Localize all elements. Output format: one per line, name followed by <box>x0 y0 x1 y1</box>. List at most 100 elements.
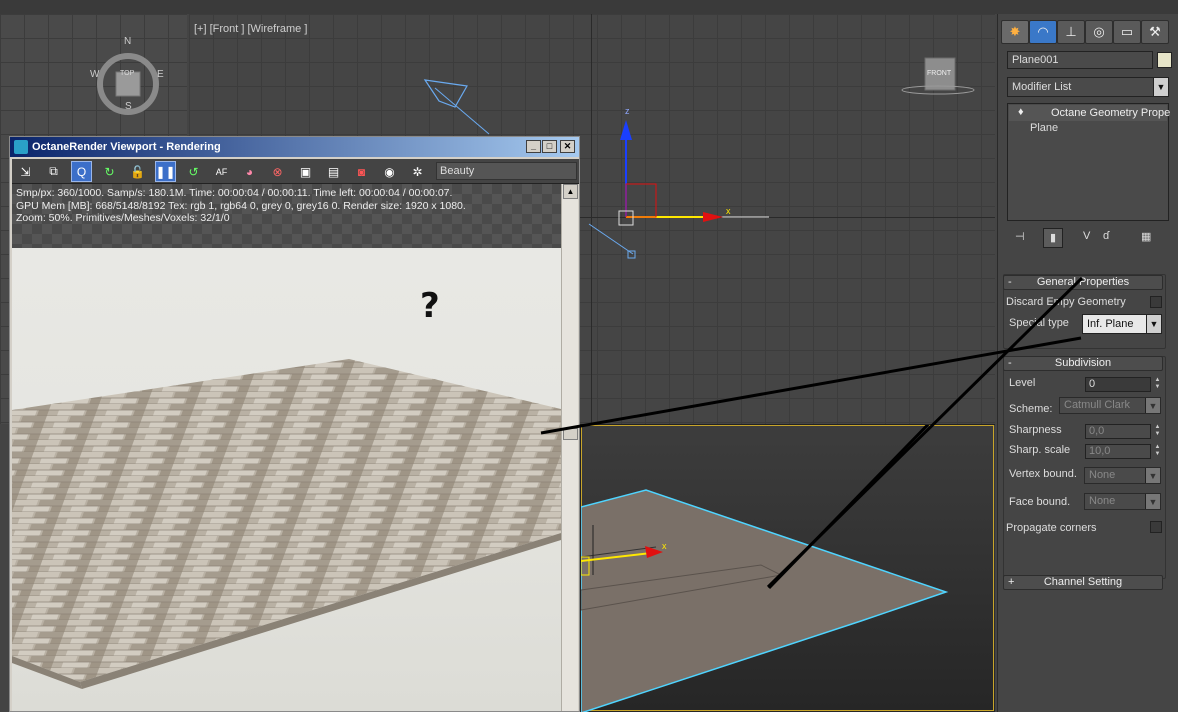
face-bound-dropdown[interactable]: None ▼ <box>1084 493 1161 510</box>
subdivision-title: Subdivision <box>1054 357 1112 369</box>
rendered-floor <box>12 359 561 689</box>
color-picker-icon[interactable]: ◕ <box>239 161 260 182</box>
persp-axis-x-label: x <box>662 541 667 551</box>
stack-item-plane[interactable]: Plane <box>1030 122 1058 134</box>
modifier-stack[interactable]: ♦ Octane Geometry Prope Plane <box>1007 103 1171 221</box>
chevron-down-icon: ▼ <box>1146 315 1161 333</box>
compass-n: N <box>124 36 132 47</box>
camera-icon[interactable]: ◉ <box>379 161 400 182</box>
discard-empty-checkbox[interactable] <box>1150 296 1162 308</box>
compass-e: E <box>157 69 164 80</box>
tab-modify[interactable]: ◠ <box>1029 20 1057 44</box>
pin-stack-icon[interactable]: ⊣ <box>1015 230 1025 243</box>
viewcube-front-face: FRONT <box>927 70 952 77</box>
restart-render-icon[interactable]: ↻ <box>99 161 120 182</box>
sharp-scale-label: Sharp. scale <box>1009 444 1071 456</box>
af-focus-icon[interactable]: AF <box>211 161 232 182</box>
collapse-icon: - <box>1008 357 1012 369</box>
viewcube-compass[interactable] <box>88 44 168 124</box>
remove-modifier-icon[interactable]: ɗ <box>1103 230 1109 242</box>
render-pass-dropdown[interactable]: Beauty <box>436 162 577 180</box>
sharpness-label: Sharpness <box>1009 424 1062 436</box>
render-stats-line-1: Smp/px: 360/1000. Samp/s: 180.1M. Time: … <box>16 187 453 199</box>
object-name-field[interactable]: Plane001 <box>1007 51 1153 69</box>
create-icon: ✸ <box>1009 24 1021 39</box>
command-panel: ✸ ◠ ⊥ ◎ ▭ ⚒ Plane001 Modifier List ▼ ♦ O… <box>997 14 1178 712</box>
scroll-up-icon[interactable]: ▲ <box>563 184 578 199</box>
special-type-dropdown[interactable]: Inf. Plane ▼ <box>1082 314 1162 334</box>
axis-x-label: x <box>726 206 731 216</box>
render-output[interactable]: ? <box>12 248 561 711</box>
subdivision-rollout[interactable]: - Subdivision <box>1003 356 1163 371</box>
octane-title-bar[interactable]: OctaneRender Viewport - Rendering _ □ ✕ <box>10 137 579 157</box>
modify-icon: ◠ <box>1037 24 1049 39</box>
copy-image-icon[interactable]: ⧉ <box>43 161 64 182</box>
close-button[interactable]: ✕ <box>560 140 575 153</box>
chevron-down-icon: ▼ <box>1145 398 1160 413</box>
scheme-dropdown[interactable]: Catmull Clark ▼ <box>1059 397 1161 414</box>
record-icon[interactable]: ◙ <box>351 161 372 182</box>
sharpness-spinner[interactable]: 0,0 <box>1085 424 1151 439</box>
quick-render-icon[interactable]: Q <box>71 161 92 182</box>
octane-toolbar: ⇲ ⧉ Q ↻ 🔓 ❚❚ ↺ AF ◕ ⊗ ▣ ▤ ◙ ◉ ✲ Beauty <box>12 159 579 184</box>
propagate-corners-checkbox[interactable] <box>1150 521 1162 533</box>
general-properties-rollout[interactable]: - General Properties <box>1003 275 1163 290</box>
film-icon[interactable]: ▤ <box>323 161 344 182</box>
question-mark-annotation: ? <box>420 286 440 326</box>
refresh-icon[interactable]: ↺ <box>183 161 204 182</box>
tab-motion[interactable]: ◎ <box>1085 20 1113 44</box>
object-color-swatch[interactable] <box>1157 52 1172 68</box>
render-stats-line-3: Zoom: 50%. Primitives/Meshes/Voxels: 32/… <box>16 212 230 224</box>
show-end-result-icon[interactable]: ▮ <box>1043 228 1063 248</box>
max-ui: N S E W TOP [+] [Front ] [Wireframe ] z … <box>0 0 1178 712</box>
modifier-list-dropdown[interactable]: Modifier List ▼ <box>1007 77 1169 97</box>
scroll-thumb[interactable] <box>563 428 578 440</box>
display-settings-icon[interactable]: ▣ <box>295 161 316 182</box>
chevron-down-icon: ▼ <box>1145 468 1160 483</box>
tab-hierarchy[interactable]: ⊥ <box>1057 20 1085 44</box>
perspective-graphics <box>581 425 949 712</box>
viewcube-top-face: TOP <box>120 70 135 77</box>
lock-icon[interactable]: 🔓 <box>127 161 148 182</box>
channel-setting-rollout[interactable]: + Channel Setting <box>1003 575 1163 590</box>
spinner-arrows-icon[interactable]: ▲ ▼ <box>1153 424 1162 439</box>
spinner-arrows-icon[interactable]: ▲ ▼ <box>1153 377 1162 392</box>
configure-sets-icon[interactable]: ▦ <box>1141 230 1151 243</box>
hierarchy-icon: ⊥ <box>1065 24 1077 39</box>
top-strip <box>0 0 1178 14</box>
spinner-arrows-icon[interactable]: ▲ ▼ <box>1153 444 1162 459</box>
sharp-scale-spinner[interactable]: 10,0 <box>1085 444 1151 459</box>
vertical-scrollbar[interactable]: ▲ <box>561 184 578 711</box>
make-unique-icon[interactable]: V <box>1083 230 1090 242</box>
vertex-bound-dropdown[interactable]: None ▼ <box>1084 467 1161 484</box>
tab-utilities[interactable]: ⚒ <box>1141 20 1169 44</box>
maximize-button[interactable]: □ <box>542 140 557 153</box>
compass-s: S <box>125 101 132 112</box>
modifier-list-label: Modifier List <box>1012 81 1072 93</box>
motion-icon: ◎ <box>1093 24 1105 39</box>
stack-item-octane[interactable]: ♦ Octane Geometry Prope <box>1009 105 1171 121</box>
lightbulb-icon[interactable]: ♦ <box>1018 106 1024 118</box>
hammer-icon: ⚒ <box>1149 24 1161 39</box>
viewport-perspective[interactable]: x <box>580 424 995 712</box>
special-type-label: Special type <box>1009 317 1069 329</box>
compass-w: W <box>90 69 100 80</box>
general-properties-title: General Properties <box>1036 276 1130 288</box>
stack-item-octane-label: Octane Geometry Prope <box>1051 107 1171 119</box>
scheme-value: Catmull Clark <box>1064 399 1131 411</box>
tab-create[interactable]: ✸ <box>1001 20 1029 44</box>
scheme-label: Scheme: <box>1009 403 1053 415</box>
settings-icon[interactable]: ✲ <box>407 161 428 182</box>
save-image-icon[interactable]: ⇲ <box>15 161 36 182</box>
tab-display[interactable]: ▭ <box>1113 20 1141 44</box>
axis-z-label: z <box>625 106 630 116</box>
octane-app-icon <box>14 140 28 154</box>
pause-icon[interactable]: ❚❚ <box>155 161 176 182</box>
region-icon[interactable]: ⊗ <box>267 161 288 182</box>
face-bound-value: None <box>1089 495 1116 507</box>
face-bound-label: Face bound. <box>1009 496 1071 508</box>
level-spinner[interactable]: 0 <box>1085 377 1151 392</box>
vertex-bound-label: Vertex bound. <box>1009 468 1077 480</box>
octane-window-title: OctaneRender Viewport - Rendering <box>32 141 221 153</box>
minimize-button[interactable]: _ <box>526 140 541 153</box>
